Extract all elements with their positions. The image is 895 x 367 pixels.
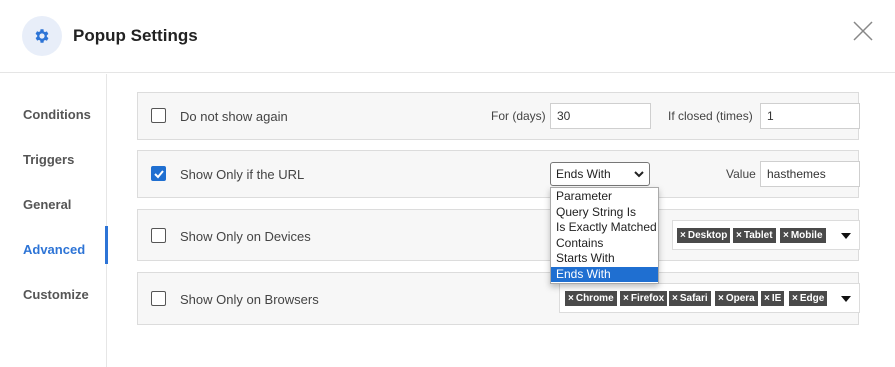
sidebar-item-triggers[interactable]: Triggers (23, 152, 74, 167)
remove-tag-icon[interactable]: × (623, 293, 629, 304)
devices-checkbox[interactable] (151, 228, 166, 243)
remove-tag-icon[interactable]: × (672, 293, 678, 304)
browser-tag-ie[interactable]: × IE (761, 291, 785, 306)
device-tag-mobile[interactable]: × Mobile (780, 228, 826, 243)
browser-tag-firefox[interactable]: × Firefox (620, 291, 668, 306)
url-match-select[interactable]: Ends With (550, 162, 650, 186)
devices-label: Show Only on Devices (180, 229, 311, 244)
remove-tag-icon[interactable]: × (568, 293, 574, 304)
settings-sidebar: Conditions Triggers General Advanced Cus… (0, 74, 108, 367)
remove-tag-icon[interactable]: × (792, 293, 798, 304)
browsers-label: Show Only on Browsers (180, 292, 319, 307)
for-days-label: For (days) (491, 109, 546, 123)
active-nav-indicator (105, 226, 108, 264)
browser-tag-safari[interactable]: × Safari (669, 291, 711, 306)
setting-row-do-not-show: Do not show again For (days) 30 If close… (137, 92, 860, 140)
device-tag-desktop[interactable]: × Desktop (677, 228, 731, 243)
caret-down-icon[interactable] (841, 296, 851, 302)
caret-down-icon[interactable] (841, 233, 851, 239)
gear-icon (35, 29, 49, 43)
url-match-dropdown: Parameter Query String Is Is Exactly Mat… (550, 187, 659, 284)
url-match-selected: Ends With (556, 167, 611, 181)
if-closed-label: If closed (times) (668, 109, 753, 123)
match-option-parameter[interactable]: Parameter (551, 189, 658, 205)
device-tag-tablet[interactable]: × Tablet (733, 228, 776, 243)
value-label: Value (726, 167, 756, 181)
match-option-contains[interactable]: Contains (551, 236, 658, 252)
url-label: Show Only if the URL (180, 167, 305, 182)
close-icon[interactable] (852, 20, 874, 42)
sidebar-item-general[interactable]: General (23, 197, 71, 212)
settings-icon-badge (22, 16, 62, 56)
remove-tag-icon[interactable]: × (736, 230, 742, 241)
setting-row-url: Show Only if the URL Ends With Value has… (137, 150, 860, 198)
browsers-tag-select[interactable]: × Chrome × Firefox × Safari × Opera × IE × Edg… (559, 283, 860, 313)
setting-row-browsers: Show Only on Browsers × Chrome × Firefox ×… (137, 272, 860, 325)
browser-tag-opera[interactable]: × Opera (715, 291, 758, 306)
remove-tag-icon[interactable]: × (718, 293, 724, 304)
do-not-show-checkbox[interactable] (151, 108, 166, 123)
browsers-checkbox[interactable] (151, 291, 166, 306)
for-days-input[interactable]: 30 (550, 103, 651, 129)
chevron-down-icon (634, 171, 644, 178)
match-option-query-string-is[interactable]: Query String Is (551, 205, 658, 221)
dialog-title: Popup Settings (73, 26, 198, 45)
sidebar-item-customize[interactable]: Customize (23, 287, 89, 302)
devices-tag-select[interactable]: × Desktop × Tablet × Mobile (672, 220, 860, 250)
setting-row-devices: Show Only on Devices × Desktop × Tablet × M… (137, 209, 860, 261)
if-closed-input[interactable]: 1 (760, 103, 860, 129)
url-value-input[interactable]: hasthemes (760, 161, 860, 187)
close-button[interactable] (852, 20, 874, 42)
match-option-is-exactly-matched[interactable]: Is Exactly Matched (551, 220, 658, 236)
url-checkbox[interactable] (151, 166, 166, 181)
sidebar-item-conditions[interactable]: Conditions (23, 107, 91, 122)
do-not-show-label: Do not show again (180, 109, 288, 124)
match-option-ends-with[interactable]: Ends With (551, 266, 658, 282)
dialog-header: Popup Settings (0, 0, 895, 73)
check-icon (153, 169, 164, 178)
match-option-starts-with[interactable]: Starts With (551, 251, 658, 267)
remove-tag-icon[interactable]: × (680, 230, 686, 241)
sidebar-item-advanced[interactable]: Advanced (23, 242, 85, 257)
browser-tag-chrome[interactable]: × Chrome (565, 291, 617, 306)
browser-tag-edge[interactable]: × Edge (789, 291, 828, 306)
remove-tag-icon[interactable]: × (783, 230, 789, 241)
remove-tag-icon[interactable]: × (764, 293, 770, 304)
